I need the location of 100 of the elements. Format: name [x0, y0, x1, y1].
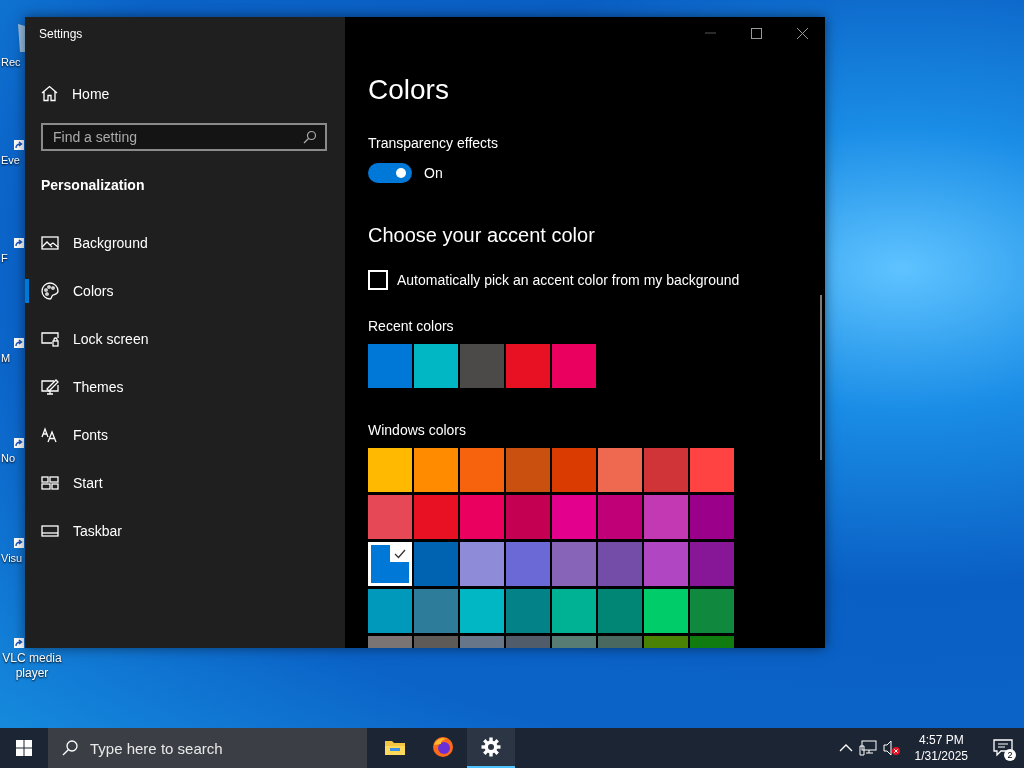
search-input[interactable]: Find a setting — [53, 125, 303, 149]
color-swatch[interactable] — [506, 495, 550, 539]
desktop-icon-label[interactable]: VLC media player — [0, 651, 64, 681]
color-swatch[interactable] — [414, 495, 458, 539]
palette-icon — [41, 282, 59, 300]
desktop-icon-label[interactable]: Eve — [1, 153, 20, 168]
desktop-icon-label[interactable]: M — [1, 351, 11, 366]
tiles-icon — [41, 475, 59, 491]
sidebar-item[interactable]: Fonts — [73, 427, 108, 443]
clock[interactable]: 4:57 PM 1/31/2025 — [906, 732, 976, 764]
search-icon — [303, 130, 317, 144]
color-swatch[interactable] — [552, 589, 596, 633]
color-swatch[interactable] — [552, 344, 596, 388]
checkbox[interactable] — [368, 270, 388, 290]
color-swatch[interactable] — [460, 542, 504, 586]
color-swatch[interactable] — [368, 542, 412, 586]
taskbar-icon — [41, 524, 59, 538]
color-swatch[interactable] — [460, 344, 504, 388]
toggle-switch[interactable] — [368, 163, 412, 183]
shortcut-arrow-icon — [14, 438, 24, 448]
color-swatch[interactable] — [506, 589, 550, 633]
color-swatch[interactable] — [552, 448, 596, 492]
browser-icon — [432, 736, 454, 758]
gear-icon — [481, 737, 501, 757]
color-swatch[interactable] — [644, 495, 688, 539]
recycle-bin-icon — [16, 22, 28, 52]
color-swatch[interactable] — [506, 448, 550, 492]
taskbar-search-input[interactable]: Type here to search — [90, 728, 340, 768]
color-swatch[interactable] — [368, 344, 412, 388]
window-title: Settings — [39, 27, 84, 43]
sidebar-item[interactable]: Background — [73, 235, 148, 251]
color-swatch[interactable] — [414, 589, 458, 633]
home-icon — [41, 85, 58, 102]
color-swatch[interactable] — [414, 344, 458, 388]
notification-button[interactable]: 2 — [982, 728, 1024, 768]
checkmark-icon — [393, 548, 406, 559]
color-swatch[interactable] — [644, 542, 688, 586]
color-swatch[interactable] — [690, 542, 734, 586]
color-swatch[interactable] — [598, 589, 642, 633]
section-heading: Choose your accent color — [368, 223, 596, 248]
color-swatch[interactable] — [644, 589, 688, 633]
shortcut-arrow-icon — [14, 140, 24, 150]
desktop-icon-label[interactable]: F — [1, 251, 8, 266]
color-swatch[interactable] — [598, 448, 642, 492]
font-icon — [41, 427, 59, 443]
color-swatch[interactable] — [368, 589, 412, 633]
desktop-icon-label[interactable]: Visu — [1, 551, 23, 566]
maximize-icon — [750, 27, 762, 39]
page-title: Colors — [368, 73, 450, 107]
lock-screen-icon — [41, 331, 59, 347]
picture-frame-icon — [41, 235, 59, 251]
color-swatch[interactable] — [506, 344, 550, 388]
shortcut-arrow-icon — [14, 238, 24, 248]
shortcut-arrow-icon — [14, 638, 24, 648]
checkbox-label: Automatically pick an accent color from my background — [397, 272, 740, 288]
color-swatch[interactable] — [460, 448, 504, 492]
color-swatch[interactable] — [460, 589, 504, 633]
home-link[interactable]: Home — [72, 85, 110, 102]
section-heading: Personalization — [41, 177, 146, 193]
setting-label: Transparency effects — [368, 134, 499, 152]
shortcut-arrow-icon — [14, 338, 24, 348]
color-swatch[interactable] — [690, 589, 734, 633]
close-icon — [796, 27, 808, 39]
shortcut-arrow-icon — [14, 538, 24, 548]
color-swatch[interactable] — [414, 448, 458, 492]
muted-speaker-icon[interactable] — [882, 740, 901, 756]
taskbar-search-field[interactable]: Type here to search — [48, 728, 367, 768]
recent-colors-label: Recent colors — [368, 317, 455, 335]
color-swatch[interactable] — [368, 495, 412, 539]
color-swatch[interactable] — [598, 542, 642, 586]
windows-colors-label: Windows colors — [368, 421, 468, 439]
color-swatch[interactable] — [506, 542, 550, 586]
color-swatch[interactable] — [690, 448, 734, 492]
notification-count: 2 — [1004, 749, 1016, 761]
color-swatch[interactable] — [690, 495, 734, 539]
color-swatch[interactable] — [644, 448, 688, 492]
folder-icon — [384, 738, 406, 756]
sidebar-item[interactable]: Themes — [73, 379, 124, 395]
sidebar-item[interactable]: Start — [73, 475, 103, 491]
network-icon[interactable] — [858, 740, 877, 756]
color-swatch[interactable] — [552, 542, 596, 586]
color-swatch[interactable] — [552, 495, 596, 539]
toggle-state: On — [424, 165, 443, 181]
minimize-icon — [704, 32, 716, 34]
color-swatch[interactable] — [598, 495, 642, 539]
chevron-up-icon[interactable] — [838, 744, 853, 752]
color-swatch[interactable] — [460, 495, 504, 539]
color-swatch[interactable] — [368, 448, 412, 492]
desktop-icon-label[interactable]: Rec — [1, 55, 21, 70]
color-swatch[interactable] — [414, 542, 458, 586]
search-field[interactable]: Find a setting — [41, 123, 327, 151]
desktop-icon-label[interactable]: No — [1, 451, 16, 466]
scrollbar-thumb[interactable] — [820, 295, 822, 460]
sidebar-item[interactable]: Lock screen — [73, 331, 149, 347]
taskbar-app-button[interactable] — [467, 728, 515, 768]
sidebar-item[interactable]: Taskbar — [73, 523, 123, 539]
sidebar-item[interactable]: Colors — [73, 283, 114, 299]
search-icon — [62, 740, 78, 756]
pen-monitor-icon — [41, 378, 59, 396]
windows-logo-icon — [16, 740, 32, 756]
